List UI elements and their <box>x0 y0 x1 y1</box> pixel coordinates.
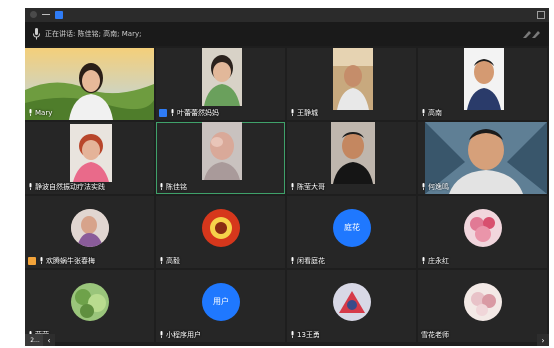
next-page-button[interactable]: › <box>537 334 549 346</box>
participant-avatar: 庭花 <box>333 209 371 247</box>
participant-name: 静波自然振动疗法实践 <box>28 182 105 192</box>
minimize-icon[interactable] <box>42 14 50 15</box>
close-icon[interactable] <box>30 11 37 18</box>
gallery-view-icon[interactable] <box>55 11 63 19</box>
participant-name: 高毅 <box>159 256 180 266</box>
participant-avatar <box>71 283 109 321</box>
participant-name: 陈佳铭 <box>159 182 187 192</box>
participant-tile[interactable]: 雪花老师 <box>418 270 547 342</box>
microphone-icon <box>40 257 43 264</box>
meeting-window: 正在讲话: 陈佳铭; 高南; Mary; Mary 叶蕾蕾然妈妈 王静城 高南 … <box>25 8 549 346</box>
microphone-icon <box>33 28 40 40</box>
participant-video <box>202 122 242 180</box>
microphone-icon <box>160 183 163 190</box>
page-indicator: 2... <box>25 334 45 346</box>
participant-tile[interactable]: 庄永红 <box>418 196 547 268</box>
participant-video <box>464 48 504 110</box>
participant-avatar <box>71 209 109 247</box>
participant-avatar <box>464 283 502 321</box>
participant-tile[interactable]: 欢腾蜗牛张春梅 <box>25 196 154 268</box>
active-speaker-bar: 正在讲话: 陈佳铭; 高南; Mary; <box>25 22 549 46</box>
window-maximize-icon[interactable] <box>537 11 545 19</box>
microphone-icon <box>291 331 294 338</box>
participant-tile[interactable]: 莹莹 <box>25 270 154 342</box>
microphone-icon <box>160 331 163 338</box>
microphone-icon <box>291 183 294 190</box>
microphone-icon <box>422 257 425 264</box>
participant-avatar <box>333 283 371 321</box>
participant-name: 雪花老师 <box>421 331 449 339</box>
participant-name: 欢腾蜗牛张春梅 <box>28 256 95 266</box>
participant-name: 庄永红 <box>421 256 449 266</box>
host-icon <box>159 109 167 117</box>
participant-grid: Mary 叶蕾蕾然妈妈 王静城 高南 静波自然振动疗法实践 陈佳铭 陈莹大哥 何… <box>25 48 549 346</box>
title-bar <box>25 8 549 22</box>
microphone-icon <box>160 257 163 264</box>
participant-tile-active[interactable]: 陈佳铭 <box>156 122 285 194</box>
participant-avatar <box>464 209 502 247</box>
participant-name: 何逸鸣 <box>421 182 449 192</box>
participant-tile[interactable]: 何逸鸣 <box>418 122 547 194</box>
participant-video <box>202 48 242 106</box>
participant-video <box>333 48 373 110</box>
microphone-icon <box>291 257 294 264</box>
microphone-icon <box>29 109 32 116</box>
participant-name: 陈莹大哥 <box>290 182 325 192</box>
participant-tile[interactable]: 静波自然振动疗法实践 <box>25 122 154 194</box>
participant-tile[interactable]: 用户 小程序用户 <box>156 270 285 342</box>
participant-name: 13王勇 <box>290 330 320 340</box>
participant-tile[interactable]: 13王勇 <box>287 270 416 342</box>
participant-avatar <box>202 209 240 247</box>
microphone-icon <box>29 183 32 190</box>
participant-name: 小程序用户 <box>159 330 201 340</box>
participant-avatar: 用户 <box>202 283 240 321</box>
participant-tile[interactable]: 叶蕾蕾然妈妈 <box>156 48 285 120</box>
microphone-icon <box>422 109 425 116</box>
participant-name: 高南 <box>421 108 442 118</box>
participant-tile[interactable]: 高南 <box>418 48 547 120</box>
view-switch-icon[interactable] <box>521 28 543 40</box>
microphone-icon <box>171 109 174 116</box>
participant-tile[interactable]: 陈莹大哥 <box>287 122 416 194</box>
participant-tile[interactable]: Mary <box>25 48 154 120</box>
participant-video <box>331 122 375 184</box>
microphone-icon <box>291 109 294 116</box>
speaking-now-text: 正在讲话: 陈佳铭; 高南; Mary; <box>45 30 142 38</box>
host-icon <box>28 257 36 265</box>
participant-tile[interactable]: 庭花 闲看庭花 <box>287 196 416 268</box>
participant-name: 叶蕾蕾然妈妈 <box>159 108 219 118</box>
participant-name: 王静城 <box>290 108 318 118</box>
microphone-icon <box>422 183 425 190</box>
participant-name: 闲看庭花 <box>290 256 325 266</box>
participant-name: Mary <box>28 108 52 118</box>
participant-video <box>70 124 112 182</box>
participant-tile[interactable]: 高毅 <box>156 196 285 268</box>
participant-tile[interactable]: 王静城 <box>287 48 416 120</box>
previous-page-button[interactable]: ‹ <box>43 334 55 346</box>
